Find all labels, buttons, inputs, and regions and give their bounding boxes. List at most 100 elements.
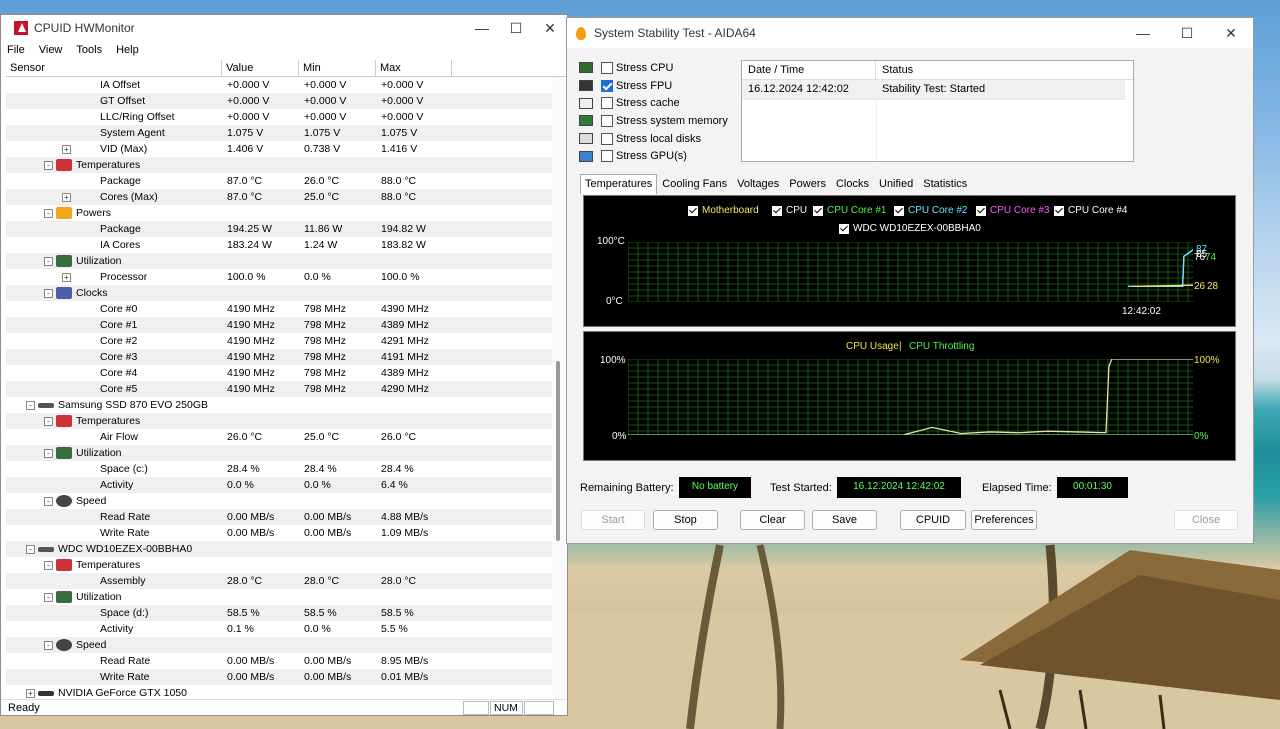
close-icon[interactable]: ✕	[533, 15, 567, 41]
sensor-row[interactable]: - Speed	[6, 637, 553, 653]
collapse-icon[interactable]: -	[44, 256, 53, 266]
sensor-row[interactable]: - Utilization	[6, 253, 553, 269]
clear-button[interactable]: Clear	[740, 510, 805, 530]
sensor-row[interactable]: Assembly 28.0 °C 28.0 °C 28.0 °C	[6, 573, 553, 589]
sensor-row[interactable]: Read Rate 0.00 MB/s 0.00 MB/s 4.88 MB/s	[6, 509, 553, 525]
sensor-row[interactable]: Read Rate 0.00 MB/s 0.00 MB/s 8.95 MB/s	[6, 653, 553, 669]
collapse-icon[interactable]: -	[44, 496, 53, 506]
maximize-icon[interactable]: ☐	[499, 15, 533, 41]
sensor-row[interactable]: Write Rate 0.00 MB/s 0.00 MB/s 1.09 MB/s	[6, 525, 553, 541]
sensor-row[interactable]: Activity 0.0 % 0.0 % 6.4 %	[6, 477, 553, 493]
sensor-row[interactable]: - Speed	[6, 493, 553, 509]
tab-powers[interactable]: Powers	[784, 174, 831, 194]
sensor-row[interactable]: + Processor 100.0 % 0.0 % 100.0 %	[6, 269, 553, 285]
tab-clocks[interactable]: Clocks	[831, 174, 874, 194]
sensor-row[interactable]: GT Offset +0.000 V +0.000 V +0.000 V	[6, 93, 553, 109]
temp-legend-item[interactable]: CPU Core #3	[976, 205, 1049, 216]
sensor-row[interactable]: Air Flow 26.0 °C 25.0 °C 26.0 °C	[6, 429, 553, 445]
sensor-row[interactable]: - Utilization	[6, 445, 553, 461]
legend-checkbox[interactable]	[688, 205, 698, 216]
temp-legend-item[interactable]: CPU	[772, 205, 807, 216]
tab-statistics[interactable]: Statistics	[918, 174, 972, 194]
expand-icon[interactable]: +	[62, 192, 71, 202]
stress-checkbox[interactable]	[601, 132, 613, 145]
stress-checkbox[interactable]	[601, 79, 613, 92]
menu-file[interactable]: File	[7, 44, 25, 56]
sensor-row[interactable]: Write Rate 0.00 MB/s 0.00 MB/s 0.01 MB/s	[6, 669, 553, 685]
legend-checkbox[interactable]	[976, 205, 986, 216]
sensor-row[interactable]: - Temperatures	[6, 157, 553, 173]
temp-legend-item[interactable]: CPU Core #4	[1054, 205, 1127, 216]
collapse-icon[interactable]: -	[44, 416, 53, 426]
sensor-row[interactable]: Package 194.25 W 11.86 W 194.82 W	[6, 221, 553, 237]
collapse-icon[interactable]: -	[44, 640, 53, 650]
stress-option[interactable]: Stress local disks	[579, 130, 728, 148]
column-header-value[interactable]: Value	[222, 60, 299, 76]
sensor-row[interactable]: - Temperatures	[6, 557, 553, 573]
preferences-button[interactable]: Preferences	[971, 510, 1037, 530]
sensor-row[interactable]: - Temperatures	[6, 413, 553, 429]
collapse-icon[interactable]: -	[44, 160, 53, 170]
legend-checkbox[interactable]	[772, 205, 782, 216]
sensor-row[interactable]: Core #4 4190 MHz 798 MHz 4389 MHz	[6, 365, 553, 381]
log-header-datetime[interactable]: Date / Time	[742, 61, 876, 79]
sensor-row[interactable]: - Clocks	[6, 285, 553, 301]
sensor-tree-scrollbar[interactable]	[552, 77, 566, 701]
stress-checkbox[interactable]	[601, 114, 613, 127]
temp-legend-item[interactable]: CPU Core #2	[894, 205, 967, 216]
stress-checkbox[interactable]	[601, 97, 613, 110]
sensor-row[interactable]: Activity 0.1 % 0.0 % 5.5 %	[6, 621, 553, 637]
collapse-icon[interactable]: -	[44, 208, 53, 218]
save-button[interactable]: Save	[812, 510, 877, 530]
legend-checkbox[interactable]	[839, 223, 849, 234]
expand-icon[interactable]: +	[26, 688, 35, 698]
minimize-icon[interactable]: —	[465, 15, 499, 41]
sensor-row[interactable]: + VID (Max) 1.406 V 0.738 V 1.416 V	[6, 141, 553, 157]
sensor-row[interactable]: Package 87.0 °C 26.0 °C 88.0 °C	[6, 173, 553, 189]
column-header-max[interactable]: Max	[376, 60, 452, 76]
cpuid-button[interactable]: CPUID	[900, 510, 966, 530]
stress-option[interactable]: Stress GPU(s)	[579, 147, 728, 165]
sensor-row[interactable]: + Cores (Max) 87.0 °C 25.0 °C 88.0 °C	[6, 189, 553, 205]
sensor-row[interactable]: Core #2 4190 MHz 798 MHz 4291 MHz	[6, 333, 553, 349]
sensor-row[interactable]: Core #3 4190 MHz 798 MHz 4191 MHz	[6, 349, 553, 365]
collapse-icon[interactable]: -	[44, 448, 53, 458]
temp-legend-item[interactable]: WDC WD10EZEX-00BBHA0	[839, 223, 981, 234]
stress-checkbox[interactable]	[601, 150, 613, 163]
close-button[interactable]: Close	[1174, 510, 1238, 530]
expand-icon[interactable]: +	[62, 272, 71, 282]
minimize-icon[interactable]: —	[1121, 18, 1165, 48]
tab-temperatures[interactable]: Temperatures	[580, 174, 658, 194]
hwmonitor-titlebar[interactable]: CPUID HWMonitor — ☐ ✕	[1, 15, 567, 41]
test-log-list[interactable]: Date / Time Status 16.12.2024 12:42:02 S…	[741, 60, 1134, 162]
temp-legend-item[interactable]: CPU Core #1	[813, 205, 886, 216]
menu-tools[interactable]: Tools	[76, 44, 102, 56]
sensor-row[interactable]: IA Cores 183.24 W 1.24 W 183.82 W	[6, 237, 553, 253]
sensor-row[interactable]: Space (c:) 28.4 % 28.4 % 28.4 %	[6, 461, 553, 477]
sensor-row[interactable]: Core #0 4190 MHz 798 MHz 4390 MHz	[6, 301, 553, 317]
tab-cooling-fans[interactable]: Cooling Fans	[657, 174, 732, 194]
temp-legend-item[interactable]: Motherboard	[688, 205, 759, 216]
scrollbar-thumb[interactable]	[556, 361, 560, 541]
stress-option[interactable]: Stress system memory	[579, 112, 728, 130]
stress-checkbox[interactable]	[601, 61, 613, 74]
sensor-row[interactable]: LLC/Ring Offset +0.000 V +0.000 V +0.000 V	[6, 109, 553, 125]
sensor-row[interactable]: IA Offset +0.000 V +0.000 V +0.000 V	[6, 77, 553, 93]
close-icon[interactable]: ✕	[1209, 18, 1253, 48]
legend-checkbox[interactable]	[894, 205, 904, 216]
sensor-row[interactable]: - Utilization	[6, 589, 553, 605]
aida64-titlebar[interactable]: System Stability Test - AIDA64 — ☐ ✕	[567, 18, 1253, 48]
log-header-status[interactable]: Status	[876, 61, 913, 79]
collapse-icon[interactable]: -	[44, 560, 53, 570]
column-header-sensor[interactable]: Sensor	[6, 60, 222, 76]
sensor-tree[interactable]: IA Offset +0.000 V +0.000 V +0.000 V GT Offs…	[6, 77, 553, 701]
stop-button[interactable]: Stop	[653, 510, 718, 530]
log-row[interactable]: 16.12.2024 12:42:02 Stability Test: Star…	[742, 80, 1125, 100]
sensor-row[interactable]: - WDC WD10EZEX-00BBHA0	[6, 541, 553, 557]
stress-option[interactable]: Stress FPU	[579, 77, 728, 95]
collapse-icon[interactable]: -	[44, 288, 53, 298]
collapse-icon[interactable]: -	[26, 544, 35, 554]
legend-checkbox[interactable]	[1054, 205, 1064, 216]
collapse-icon[interactable]: -	[26, 400, 35, 410]
maximize-icon[interactable]: ☐	[1165, 18, 1209, 48]
